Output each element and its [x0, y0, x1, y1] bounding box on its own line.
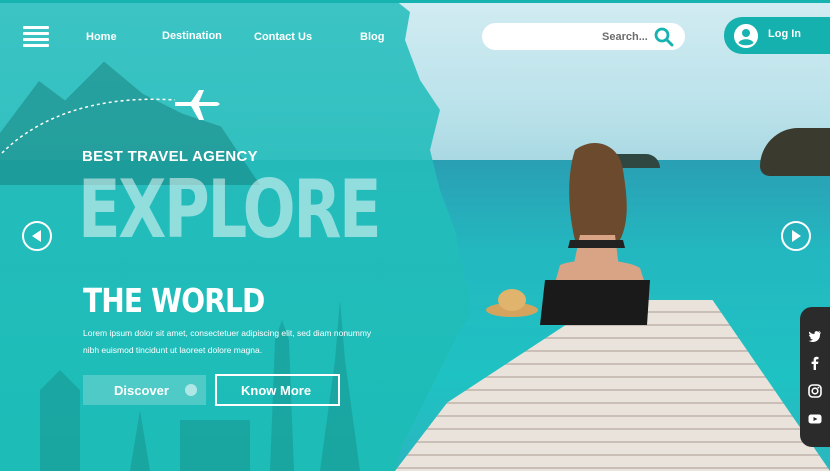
login-label: Log In	[768, 28, 801, 40]
nav-destination[interactable]: Destination	[162, 30, 222, 42]
straw-hat-image	[486, 289, 538, 317]
discover-button[interactable]: Discover	[83, 375, 206, 405]
hero-description: Lorem ipsum dolor sit amet, consectetuer…	[83, 328, 372, 355]
twitter-icon[interactable]	[808, 329, 822, 343]
woman-sitting-image	[540, 142, 650, 325]
hero-headline: EXPLORE	[78, 163, 382, 256]
search-icon[interactable]	[654, 27, 674, 47]
hamburger-menu-icon[interactable]	[23, 26, 49, 48]
search-input[interactable]: Search...	[482, 23, 685, 50]
youtube-icon[interactable]	[808, 412, 822, 426]
know-more-label: Know More	[241, 383, 312, 398]
user-avatar-icon	[734, 24, 758, 48]
airplane-icon	[175, 90, 220, 120]
social-bar	[800, 307, 830, 447]
know-more-button[interactable]: Know More	[215, 374, 340, 406]
facebook-icon[interactable]	[808, 356, 822, 370]
arrow-right-icon	[792, 230, 801, 242]
carousel-prev-button[interactable]	[22, 221, 52, 251]
discover-label: Discover	[114, 383, 169, 398]
carousel-next-button[interactable]	[781, 221, 811, 251]
chevron-right-icon	[185, 384, 197, 396]
flight-path-line	[1, 98, 176, 154]
search-placeholder: Search...	[602, 31, 648, 43]
arrow-left-icon	[32, 230, 41, 242]
nav-blog[interactable]: Blog	[360, 31, 384, 43]
instagram-icon[interactable]	[808, 384, 822, 398]
nav-contact-us[interactable]: Contact Us	[254, 31, 312, 43]
hero-subheadline: THE WORLD	[83, 281, 265, 320]
nav-home[interactable]: Home	[86, 31, 117, 43]
top-accent-line	[0, 0, 830, 3]
login-button[interactable]: Log In	[724, 17, 830, 54]
